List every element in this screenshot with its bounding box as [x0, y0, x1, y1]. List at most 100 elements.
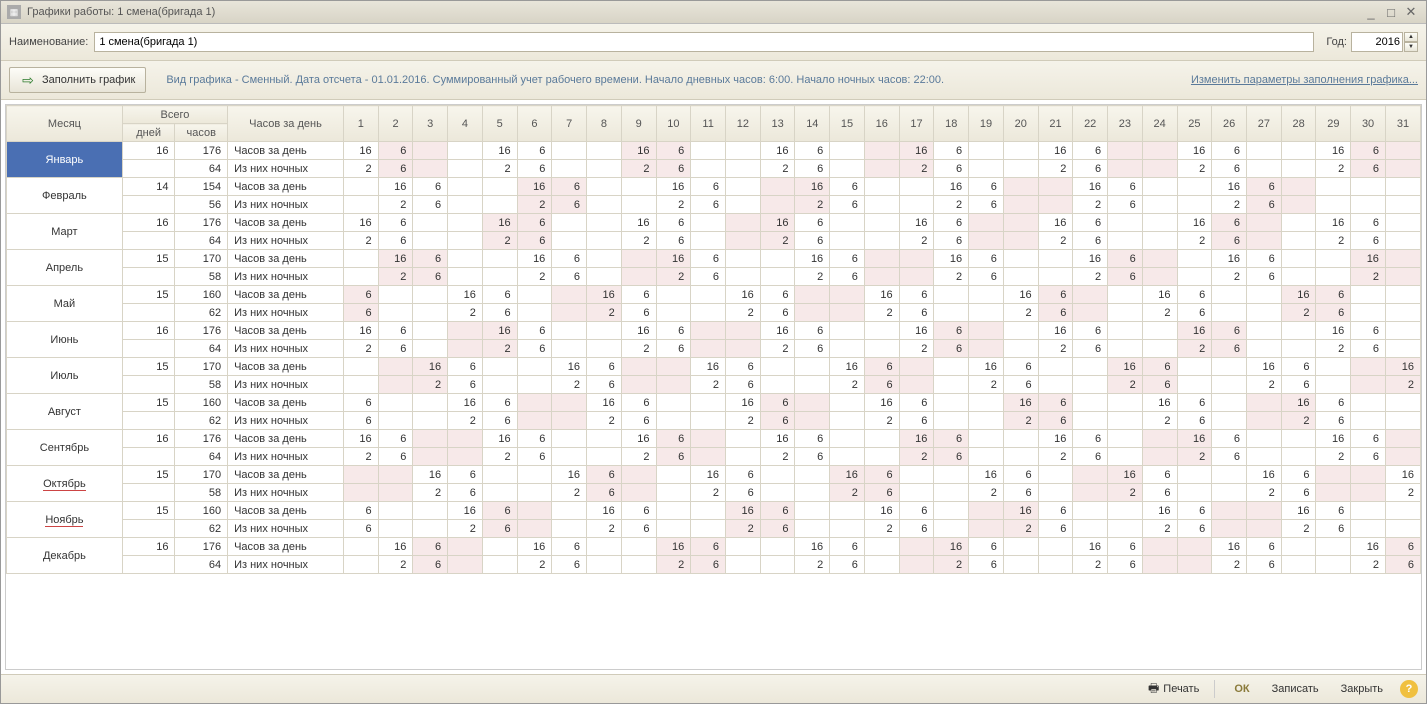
day-cell[interactable] — [1003, 142, 1038, 160]
day-cell[interactable] — [378, 358, 413, 376]
night-cell[interactable]: 6 — [343, 412, 378, 430]
night-cell[interactable] — [343, 484, 378, 502]
day-cell[interactable]: 6 — [621, 394, 656, 412]
day-cell[interactable]: 16 — [448, 502, 483, 520]
night-cell[interactable] — [1212, 520, 1247, 538]
day-cell[interactable] — [1073, 394, 1108, 412]
day-cell[interactable]: 16 — [587, 502, 622, 520]
night-cell[interactable] — [725, 268, 760, 286]
night-cell[interactable]: 6 — [830, 268, 865, 286]
day-cell[interactable]: 16 — [795, 538, 830, 556]
night-cell[interactable] — [1073, 520, 1108, 538]
day-cell[interactable]: 16 — [1212, 178, 1247, 196]
night-cell[interactable] — [1385, 268, 1420, 286]
night-cell[interactable] — [1142, 268, 1177, 286]
day-cell[interactable] — [864, 430, 899, 448]
night-cell[interactable] — [1212, 304, 1247, 322]
day-cell[interactable]: 6 — [830, 250, 865, 268]
night-cell[interactable]: 6 — [1247, 268, 1282, 286]
night-cell[interactable] — [1385, 304, 1420, 322]
month-cell[interactable]: Июль — [7, 358, 123, 394]
day-cell[interactable]: 16 — [656, 538, 691, 556]
day-cell[interactable]: 16 — [1281, 286, 1316, 304]
night-cell[interactable]: 2 — [934, 196, 969, 214]
night-cell[interactable] — [1003, 196, 1038, 214]
day-cell[interactable]: 16 — [760, 430, 795, 448]
night-cell[interactable] — [1247, 160, 1282, 178]
day-cell[interactable]: 6 — [413, 538, 448, 556]
day-cell[interactable]: 6 — [413, 250, 448, 268]
day-cell[interactable] — [830, 502, 865, 520]
night-cell[interactable] — [899, 556, 934, 574]
day-cell[interactable]: 6 — [378, 430, 413, 448]
day-cell[interactable] — [1108, 394, 1143, 412]
day-cell[interactable]: 16 — [1038, 322, 1073, 340]
night-cell[interactable]: 6 — [934, 160, 969, 178]
day-cell[interactable] — [1003, 178, 1038, 196]
night-cell[interactable] — [864, 556, 899, 574]
day-cell[interactable]: 6 — [830, 538, 865, 556]
day-cell[interactable]: 6 — [795, 430, 830, 448]
night-cell[interactable] — [795, 412, 830, 430]
day-cell[interactable] — [587, 250, 622, 268]
night-cell[interactable]: 2 — [482, 448, 517, 466]
night-cell[interactable] — [482, 484, 517, 502]
night-cell[interactable] — [378, 376, 413, 394]
day-cell[interactable] — [760, 466, 795, 484]
day-cell[interactable] — [795, 394, 830, 412]
help-button[interactable]: ? — [1400, 680, 1418, 698]
night-cell[interactable] — [864, 340, 899, 358]
night-cell[interactable] — [934, 520, 969, 538]
night-cell[interactable] — [795, 304, 830, 322]
day-cell[interactable]: 6 — [1073, 322, 1108, 340]
night-cell[interactable]: 2 — [1177, 448, 1212, 466]
night-cell[interactable]: 6 — [1281, 484, 1316, 502]
day-cell[interactable]: 6 — [899, 394, 934, 412]
day-cell[interactable] — [482, 250, 517, 268]
day-cell[interactable] — [1108, 142, 1143, 160]
night-cell[interactable] — [725, 556, 760, 574]
day-cell[interactable]: 6 — [552, 250, 587, 268]
night-cell[interactable]: 6 — [1142, 484, 1177, 502]
day-cell[interactable]: 6 — [691, 178, 726, 196]
night-cell[interactable]: 2 — [795, 556, 830, 574]
night-cell[interactable] — [1003, 268, 1038, 286]
night-cell[interactable]: 6 — [482, 304, 517, 322]
day-cell[interactable] — [1003, 430, 1038, 448]
day-cell[interactable]: 16 — [795, 250, 830, 268]
day-cell[interactable]: 6 — [969, 250, 1004, 268]
night-cell[interactable] — [760, 484, 795, 502]
day-cell[interactable] — [552, 502, 587, 520]
night-cell[interactable] — [1073, 484, 1108, 502]
day-cell[interactable] — [1247, 142, 1282, 160]
night-cell[interactable] — [934, 376, 969, 394]
day-cell[interactable]: 6 — [1108, 250, 1143, 268]
night-cell[interactable]: 6 — [864, 484, 899, 502]
year-spinner[interactable]: ▲▼ — [1404, 32, 1418, 52]
day-cell[interactable]: 6 — [378, 214, 413, 232]
day-cell[interactable]: 16 — [934, 178, 969, 196]
night-cell[interactable] — [587, 268, 622, 286]
day-cell[interactable] — [760, 250, 795, 268]
night-cell[interactable] — [969, 520, 1004, 538]
night-cell[interactable]: 2 — [1108, 484, 1143, 502]
day-cell[interactable]: 6 — [760, 394, 795, 412]
month-cell[interactable]: Октябрь — [7, 466, 123, 502]
night-cell[interactable]: 2 — [1247, 376, 1282, 394]
day-cell[interactable]: 16 — [343, 214, 378, 232]
day-cell[interactable]: 6 — [1142, 358, 1177, 376]
day-cell[interactable] — [413, 322, 448, 340]
day-cell[interactable] — [378, 394, 413, 412]
night-cell[interactable] — [587, 448, 622, 466]
day-cell[interactable]: 6 — [482, 502, 517, 520]
day-cell[interactable]: 16 — [691, 358, 726, 376]
night-cell[interactable]: 2 — [725, 412, 760, 430]
month-cell[interactable]: Март — [7, 214, 123, 250]
day-cell[interactable] — [969, 142, 1004, 160]
day-cell[interactable]: 16 — [517, 178, 552, 196]
night-cell[interactable]: 6 — [795, 448, 830, 466]
night-cell[interactable] — [969, 304, 1004, 322]
day-cell[interactable]: 16 — [830, 466, 865, 484]
day-cell[interactable] — [1351, 394, 1386, 412]
day-cell[interactable] — [725, 214, 760, 232]
